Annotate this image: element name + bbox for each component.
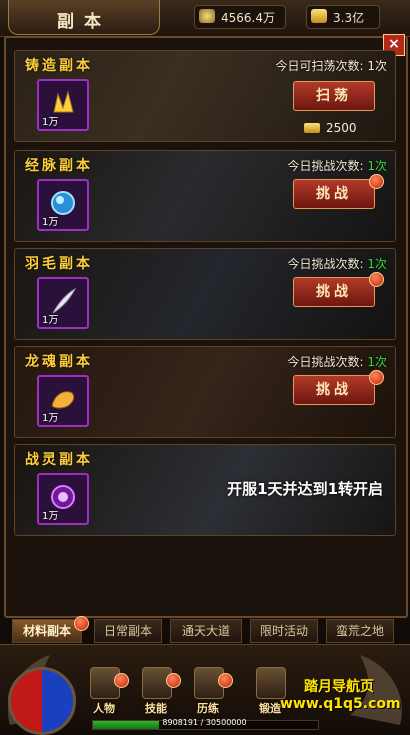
ingot-icon [311, 9, 327, 23]
challenge-button[interactable]: 挑战 [293, 179, 375, 209]
reward-item[interactable]: 1万 [37, 375, 89, 427]
tab-sky-road[interactable]: 通天大道 [170, 619, 242, 643]
anvil-icon [256, 667, 286, 699]
menu-label: 历练 [197, 702, 219, 715]
cost-value: 2500 [326, 121, 357, 135]
item-quantity: 1万 [42, 511, 59, 522]
dungeon-name: 铸造副本 [15, 51, 133, 78]
dungeon-card-dragon-soul: 龙魂副本 1万 今日挑战次数: 1次 挑战 [14, 346, 396, 438]
watermark-url: www.q1q5.com [280, 696, 401, 712]
counter-label: 今日可扫荡次数: [275, 59, 364, 73]
notification-dot [218, 673, 233, 688]
challenge-button[interactable]: 挑战 [293, 277, 375, 307]
tab-limited-event[interactable]: 限时活动 [250, 619, 318, 643]
notification-dot [369, 174, 384, 189]
page-title: 副本 [57, 12, 111, 32]
counter-value: 1次 [367, 59, 387, 73]
dungeon-name: 羽毛副本 [15, 249, 133, 276]
tab-material[interactable]: 材料副本 [12, 619, 82, 643]
item-quantity: 1万 [42, 117, 59, 128]
challenge-counter: 今日挑战次数: 1次 [287, 157, 387, 174]
ingot-balance[interactable]: 3.3亿 [306, 5, 380, 29]
dungeon-card-meridian: 经脉副本 1万 今日挑战次数: 1次 挑战 [14, 150, 396, 242]
unlock-requirement: 开服1天并达到1转开启 [227, 480, 383, 498]
dungeon-name: 战灵副本 [15, 445, 133, 472]
challenge-button[interactable]: 挑战 [293, 375, 375, 405]
challenge-counter: 今日挑战次数: 1次 [287, 255, 387, 272]
counter-label: 今日挑战次数: [287, 159, 364, 173]
coin-icon [199, 9, 215, 23]
notification-dot [369, 272, 384, 287]
reward-item[interactable]: 1万 [37, 277, 89, 329]
tab-daily[interactable]: 日常副本 [94, 619, 162, 643]
dungeon-card-casting: 铸造副本 1万 今日可扫荡次数: 1次 扫荡 2500 [14, 50, 396, 142]
dungeon-name: 经脉副本 [15, 151, 133, 178]
ingot-value: 3.3亿 [333, 11, 365, 25]
dungeon-card-war-spirit: 战灵副本 1万 开服1天并达到1转开启 [14, 444, 396, 536]
dungeon-name: 龙魂副本 [15, 347, 133, 374]
hp-mp-orb [8, 667, 76, 735]
tab-wildlands[interactable]: 蛮荒之地 [326, 619, 394, 643]
item-quantity: 1万 [42, 413, 59, 424]
coin-balance[interactable]: 4566.4万 [194, 5, 286, 29]
notification-dot [114, 673, 129, 688]
ingot-icon [304, 123, 320, 133]
item-quantity: 1万 [42, 315, 59, 326]
title-tab: 副本 [8, 0, 160, 35]
item-quantity: 1万 [42, 217, 59, 228]
challenge-counter: 今日挑战次数: 1次 [287, 353, 387, 370]
counter-label: 今日挑战次数: [287, 355, 364, 369]
sweep-button[interactable]: 扫荡 [293, 81, 375, 111]
notification-dot [74, 616, 89, 631]
reward-item[interactable]: 1万 [37, 473, 89, 525]
counter-value: 1次 [367, 257, 387, 271]
notification-dot [166, 673, 181, 688]
top-bar: 副本 4566.4万 3.3亿 [0, 0, 410, 37]
reward-item[interactable]: 1万 [37, 179, 89, 231]
watermark-title: 踏月导航页 [304, 679, 374, 695]
sweep-counter: 今日可扫荡次数: 1次 [275, 57, 387, 74]
coin-value: 4566.4万 [221, 11, 275, 25]
menu-label: 技能 [145, 702, 167, 715]
counter-value: 1次 [367, 355, 387, 369]
dungeon-tabs: 材料副本 日常副本 通天大道 限时活动 蛮荒之地 [0, 616, 410, 644]
exp-text: 8908191 / 30500000 [162, 718, 247, 727]
reward-item[interactable]: 1万 [37, 79, 89, 131]
counter-value: 1次 [367, 159, 387, 173]
notification-dot [369, 370, 384, 385]
menu-label: 人物 [93, 702, 115, 715]
sweep-cost: 2500 [304, 121, 357, 135]
dungeon-card-feather: 羽毛副本 1万 今日挑战次数: 1次 挑战 [14, 248, 396, 340]
counter-label: 今日挑战次数: [287, 257, 364, 271]
